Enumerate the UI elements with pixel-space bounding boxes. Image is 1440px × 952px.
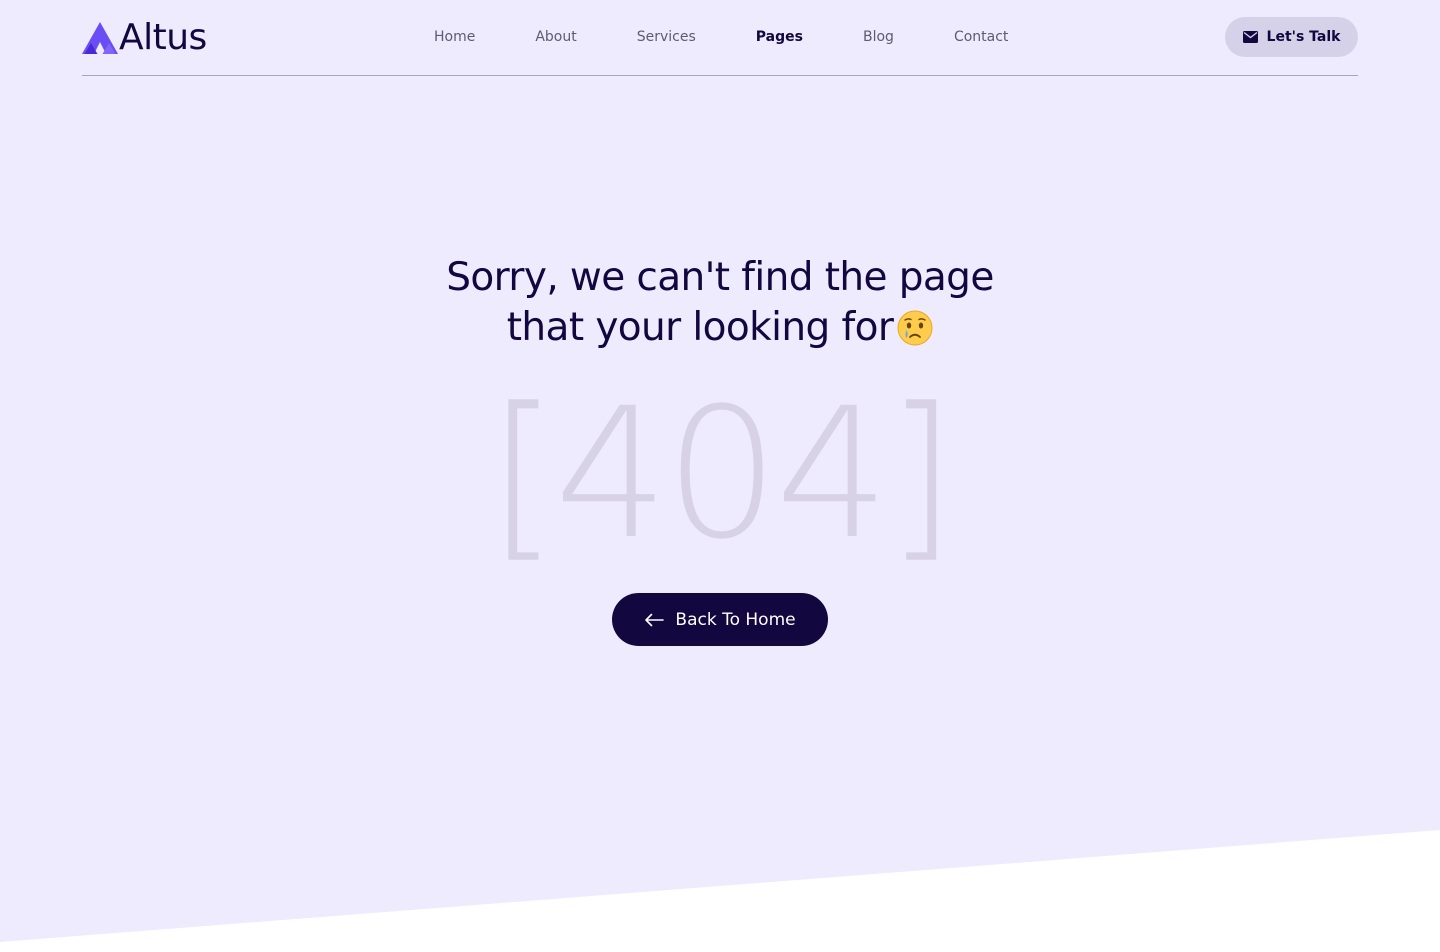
arrow-left-icon (645, 613, 665, 626)
brand-name: Altus (119, 17, 207, 58)
main-nav: Home About Services Pages Blog Contact (434, 28, 1008, 46)
triangle-mountain-logo-icon (82, 22, 118, 54)
nav-item-home[interactable]: Home (434, 28, 475, 46)
error-title: Sorry, we can't find the page that your … (0, 253, 1440, 353)
brand-logo[interactable]: Altus (82, 20, 207, 56)
nav-item-contact[interactable]: Contact (954, 28, 1008, 46)
error-title-line-1: Sorry, we can't find the page (446, 255, 994, 300)
back-to-home-label: Back To Home (675, 609, 796, 630)
site-header: Altus Home About Services Pages Blog Con… (82, 0, 1358, 76)
nav-item-about[interactable]: About (535, 28, 576, 46)
nav-item-services[interactable]: Services (637, 28, 696, 46)
lets-talk-label: Let's Talk (1266, 29, 1341, 45)
error-code: [404] (487, 370, 956, 579)
lets-talk-button[interactable]: Let's Talk (1225, 17, 1358, 57)
footer-wedge (0, 830, 1440, 952)
crying-face-emoji-icon (897, 310, 933, 346)
envelope-icon (1242, 31, 1258, 43)
error-title-line-2: that your looking for (506, 305, 894, 350)
back-to-home-button[interactable]: Back To Home (612, 593, 828, 646)
nav-item-pages[interactable]: Pages (756, 28, 803, 46)
nav-item-blog[interactable]: Blog (863, 28, 894, 46)
error-title-line-2-wrap: that your looking for (0, 303, 1440, 353)
